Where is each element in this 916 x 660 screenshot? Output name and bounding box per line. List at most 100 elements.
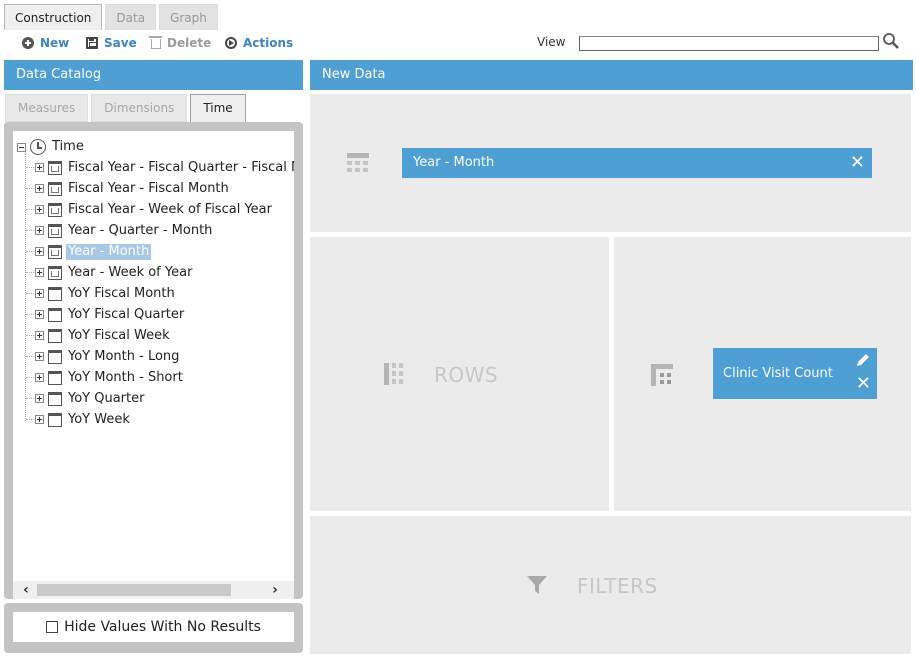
search-icon[interactable]: [882, 32, 900, 50]
expand-icon[interactable]: [35, 205, 44, 214]
actions-button-label: Actions: [243, 36, 294, 50]
calendar-icon: [48, 286, 62, 301]
tree-connector: [25, 153, 26, 421]
tree-item-label: Fiscal Year - Fiscal Quarter - Fiscal M: [68, 159, 294, 175]
horizontal-scrollbar[interactable]: ‹ ›: [13, 581, 294, 599]
hierarchy-calendar-icon: [48, 181, 62, 196]
tree-item[interactable]: Fiscal Year - Week of Fiscal Year: [26, 199, 274, 220]
tree-item[interactable]: YoY Quarter: [26, 388, 146, 409]
tree-root-time[interactable]: Time: [17, 139, 86, 155]
tab-time[interactable]: Time: [190, 94, 246, 122]
calendar-icon: [48, 328, 62, 343]
delete-button[interactable]: Delete: [149, 35, 211, 51]
hierarchy-calendar-icon: [48, 265, 62, 280]
filters-label: FILTERS: [577, 574, 658, 598]
hide-values-checkbox[interactable]: [46, 621, 59, 633]
tree-item[interactable]: YoY Fiscal Quarter: [26, 304, 186, 325]
pencil-icon[interactable]: [855, 352, 871, 368]
rows-grid-icon: [384, 363, 403, 385]
clock-icon: [30, 139, 46, 155]
tab-dimensions[interactable]: Dimensions: [91, 94, 188, 122]
calendar-icon: [48, 391, 62, 406]
tree-item[interactable]: YoY Fiscal Month: [26, 283, 177, 304]
close-icon[interactable]: ✕: [850, 148, 865, 178]
tree-item-selected[interactable]: Year - Month: [26, 241, 152, 262]
tree-item-label: YoY Week: [68, 411, 130, 427]
measure-chip-label: Clinic Visit Count: [723, 366, 833, 381]
expand-icon[interactable]: [35, 352, 44, 361]
trash-icon: [149, 36, 162, 49]
expand-icon[interactable]: [35, 226, 44, 235]
tree-item-label: Fiscal Year - Fiscal Month: [68, 180, 229, 196]
expand-icon[interactable]: [35, 163, 44, 172]
view-label: View: [537, 35, 566, 49]
tab-measures[interactable]: Measures: [5, 94, 89, 122]
tree-item-label: Year - Quarter - Month: [68, 222, 213, 238]
hide-values-frame: Hide Values With No Results: [4, 603, 303, 653]
tree-item[interactable]: Fiscal Year - Fiscal Month: [26, 178, 231, 199]
rows-drop-zone[interactable]: ROWS: [310, 237, 609, 511]
rows-label: ROWS: [434, 363, 499, 387]
tree-item-label: Year - Week of Year: [68, 264, 193, 280]
measures-grid-icon: [651, 364, 673, 386]
expand-icon[interactable]: [35, 310, 44, 319]
toolbar: New Save Delete Actions View: [0, 30, 916, 56]
calendar-icon: [48, 412, 62, 427]
data-catalog-header: Data Catalog: [4, 60, 303, 90]
expand-icon[interactable]: [35, 184, 44, 193]
new-button-label: New: [40, 36, 70, 50]
tree-item-label: YoY Fiscal Quarter: [68, 306, 185, 322]
save-button-label: Save: [104, 36, 137, 50]
calendar-icon: [48, 307, 62, 322]
catalog-tree-frame: Time Fiscal Year - Fiscal Quarter - Fisc…: [4, 122, 303, 599]
play-circle-icon: [225, 37, 237, 49]
calendar-icon: [48, 349, 62, 364]
new-button[interactable]: New: [22, 35, 69, 51]
add-icon: [22, 37, 34, 49]
funnel-icon: [527, 576, 547, 594]
collapse-icon[interactable]: [17, 142, 26, 152]
hide-values-label: Hide Values With No Results: [64, 619, 261, 635]
tree-item[interactable]: Fiscal Year - Fiscal Quarter - Fiscal M: [26, 157, 294, 178]
measure-chip-clinic-visit-count[interactable]: Clinic Visit Count ✕: [713, 348, 877, 399]
tree-item[interactable]: YoY Week: [26, 409, 132, 430]
chevron-right-icon[interactable]: ›: [266, 581, 284, 599]
columns-grid-icon: [347, 153, 369, 172]
save-icon: [86, 37, 98, 49]
tree-item[interactable]: Year - Week of Year: [26, 262, 194, 283]
expand-icon[interactable]: [35, 373, 44, 382]
tree-item-label: YoY Quarter: [68, 390, 145, 406]
expand-icon[interactable]: [35, 289, 44, 298]
tree-item[interactable]: Year - Quarter - Month: [26, 220, 214, 241]
tree-item-label: Fiscal Year - Week of Fiscal Year: [68, 201, 272, 217]
tree-item-label: YoY Month - Short: [68, 369, 183, 385]
top-tab-bar: Construction Data Graph: [4, 4, 218, 30]
view-input[interactable]: [579, 36, 879, 51]
catalog-tree[interactable]: Time Fiscal Year - Fiscal Quarter - Fisc…: [13, 131, 294, 581]
expand-icon[interactable]: [35, 415, 44, 424]
tree-item-label: Year - Month: [66, 243, 152, 260]
tree-item[interactable]: YoY Month - Short: [26, 367, 185, 388]
chevron-left-icon[interactable]: ‹: [17, 581, 35, 599]
expand-icon[interactable]: [35, 394, 44, 403]
expand-icon[interactable]: [35, 247, 44, 256]
tree-item[interactable]: YoY Month - Long: [26, 346, 181, 367]
hierarchy-calendar-icon: [48, 160, 62, 175]
filters-drop-zone[interactable]: FILTERS: [310, 516, 911, 654]
scrollbar-thumb[interactable]: [37, 584, 231, 596]
hide-values-option[interactable]: Hide Values With No Results: [13, 612, 294, 642]
close-icon[interactable]: ✕: [856, 372, 871, 396]
tab-graph[interactable]: Graph: [159, 4, 218, 30]
tree-root-label: Time: [52, 139, 84, 154]
expand-icon[interactable]: [35, 268, 44, 277]
column-chip-year-month[interactable]: Year - Month ✕: [402, 148, 872, 178]
hierarchy-calendar-icon: [48, 244, 62, 259]
save-button[interactable]: Save: [86, 35, 137, 51]
tree-item[interactable]: YoY Fiscal Week: [26, 325, 172, 346]
new-data-header: New Data: [310, 60, 913, 90]
expand-icon[interactable]: [35, 331, 44, 340]
tab-data[interactable]: Data: [105, 4, 157, 30]
actions-button[interactable]: Actions: [225, 35, 293, 51]
tree-item-label: YoY Month - Long: [68, 348, 180, 364]
tab-construction[interactable]: Construction: [4, 4, 103, 30]
